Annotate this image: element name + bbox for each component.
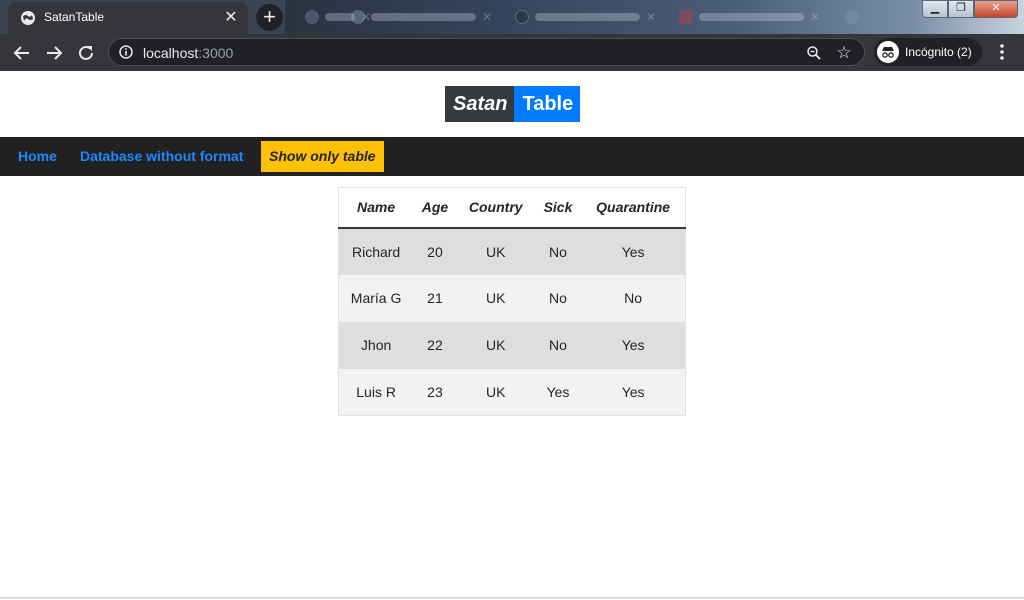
cell-country: UK: [456, 368, 535, 416]
table-row: Luis R 23 UK Yes Yes: [338, 368, 686, 416]
cell-sick: Yes: [534, 368, 582, 416]
table-row: María G 21 UK No No: [338, 274, 686, 322]
column-header-name: Name: [338, 187, 414, 229]
cell-country: UK: [456, 274, 535, 322]
info-icon[interactable]: [119, 45, 133, 59]
tab-title-placeholder: [699, 13, 804, 21]
restore-button[interactable]: ❐: [948, 0, 974, 18]
cell-age: 22: [413, 321, 457, 369]
incognito-icon: [877, 41, 899, 63]
tab-title-placeholder: [371, 13, 476, 21]
nav-link-database[interactable]: Database without format: [80, 137, 243, 176]
reload-icon[interactable]: [73, 40, 99, 66]
page-content: Satan Table Home Database without format…: [0, 71, 1024, 600]
incognito-profile-button[interactable]: Incógnito (2): [874, 38, 982, 66]
site-logo: Satan Table: [445, 86, 581, 122]
tab-favicon: [845, 10, 859, 24]
cell-name: María G: [338, 274, 414, 322]
cell-sick: No: [534, 321, 582, 369]
github-icon: [515, 10, 529, 24]
cell-name: Jhon: [338, 321, 414, 369]
browser-tab-strip: ✕ ✕ ✕ ✕ SatanTable ✕ + ▁ ❐ ✕: [0, 0, 1024, 34]
site-navbar: Home Database without format Show only t…: [0, 137, 1024, 176]
back-arrow-icon[interactable]: [9, 40, 35, 66]
cell-sick: No: [534, 227, 582, 275]
cell-sick: No: [534, 274, 582, 322]
new-tab-button[interactable]: +: [256, 4, 283, 31]
background-tab[interactable]: ✕: [351, 8, 492, 26]
table-header-row: Name Age Country Sick Quarantine: [338, 187, 686, 229]
column-header-country: Country: [456, 187, 535, 229]
cell-quarantine: No: [581, 274, 686, 322]
nav-link-show-only-table[interactable]: Show only table: [261, 141, 384, 172]
tab-title-placeholder: [535, 13, 640, 21]
background-tab[interactable]: ✕: [515, 8, 656, 26]
table-row: Richard 20 UK No Yes: [338, 227, 686, 275]
kebab-menu-icon[interactable]: [992, 41, 1012, 63]
cell-age: 23: [413, 368, 457, 416]
profile-label: Incógnito (2): [905, 45, 972, 59]
people-table: Name Age Country Sick Quarantine Richard…: [338, 187, 686, 416]
close-icon[interactable]: ✕: [810, 10, 820, 24]
close-icon[interactable]: ✕: [646, 10, 656, 24]
table-row: Jhon 22 UK No Yes: [338, 321, 686, 369]
nav-link-home[interactable]: Home: [18, 137, 57, 176]
logo-part-table: Table: [514, 86, 581, 122]
zoom-icon[interactable]: [806, 45, 822, 61]
address-bar[interactable]: localhost:3000 ☆: [108, 38, 865, 66]
column-header-quarantine: Quarantine: [581, 187, 686, 229]
forward-arrow-icon[interactable]: [41, 40, 67, 66]
active-tab[interactable]: SatanTable ✕: [8, 2, 248, 34]
background-tab[interactable]: [845, 8, 859, 26]
window-controls: ▁ ❐ ✕: [922, 0, 1018, 18]
cell-country: UK: [456, 227, 535, 275]
background-tab[interactable]: ✕: [679, 8, 820, 26]
youtube-icon: [679, 10, 693, 24]
cell-name: Richard: [338, 227, 414, 275]
url-port: :3000: [198, 45, 234, 61]
window-close-button[interactable]: ✕: [974, 0, 1018, 18]
cell-name: Luis R: [338, 368, 414, 416]
cell-country: UK: [456, 321, 535, 369]
column-header-sick: Sick: [534, 187, 582, 229]
tab-strip-background: ✕ ✕ ✕ ✕: [285, 0, 1024, 34]
url-text: localhost:3000: [143, 45, 233, 61]
column-header-age: Age: [413, 187, 457, 229]
globe-icon: [21, 11, 35, 25]
tab-title: SatanTable: [44, 10, 105, 24]
tab-favicon: [351, 10, 365, 24]
cell-age: 21: [413, 274, 457, 322]
bookmark-star-icon[interactable]: ☆: [834, 43, 854, 63]
cell-quarantine: Yes: [581, 321, 686, 369]
cell-quarantine: Yes: [581, 227, 686, 275]
minimize-button[interactable]: ▁: [922, 0, 948, 18]
tab-favicon: [305, 10, 319, 24]
page-bottom-divider: [0, 597, 1024, 599]
cell-age: 20: [413, 227, 457, 275]
close-icon[interactable]: ✕: [482, 10, 492, 24]
url-host: localhost: [143, 45, 199, 61]
close-icon[interactable]: ✕: [222, 9, 240, 27]
cell-quarantine: Yes: [581, 368, 686, 416]
browser-toolbar: localhost:3000 ☆ Incógnito (2): [0, 34, 1024, 71]
logo-part-satan: Satan: [445, 86, 515, 122]
